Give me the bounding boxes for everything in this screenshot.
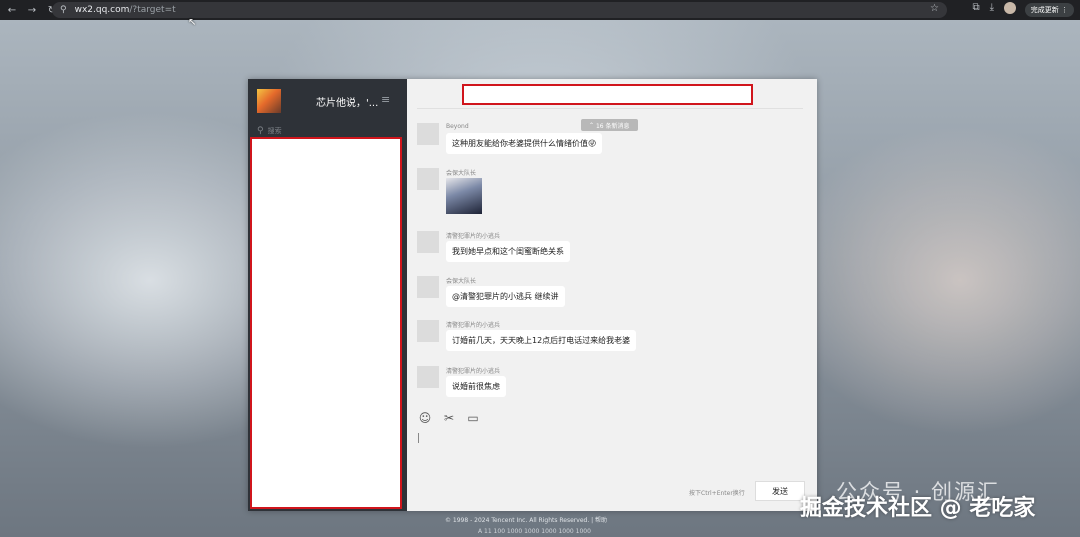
forward-icon[interactable]: →	[24, 5, 40, 16]
profile-avatar[interactable]	[1004, 2, 1016, 14]
my-name: 芯片他说，'...	[316, 98, 379, 109]
avatar[interactable]	[417, 231, 439, 253]
input-toolbar: ☺ ✂ ▭	[417, 411, 481, 425]
browser-right-icons: ⧉ ⤓	[972, 2, 1016, 14]
download-icon[interactable]: ⤓	[990, 2, 994, 14]
avatar[interactable]	[417, 123, 439, 145]
up-arrow-icon: ⌃	[589, 121, 595, 129]
search-box[interactable]: ⚲ 搜索	[257, 124, 402, 138]
send-hint: 按下Ctrl+Enter换行	[689, 490, 745, 497]
footer-secondary: A 11 100 1000 1000 1000 1000 1000	[478, 528, 591, 535]
update-label: 完成更新	[1030, 6, 1059, 14]
folder-icon[interactable]: ▭	[465, 411, 481, 425]
site-info-icon[interactable]: ⚲	[60, 5, 67, 15]
my-avatar[interactable]	[257, 89, 281, 113]
sender-name: Beyond	[446, 123, 469, 130]
search-icon: ⚲	[257, 126, 264, 136]
sender-name: 会保大队长	[446, 278, 477, 285]
sender-name: 清警犯罪片的小逃兵	[446, 233, 501, 240]
smile-icon[interactable]: ☺	[417, 411, 433, 425]
sender-name: 清警犯罪片的小逃兵	[446, 368, 501, 375]
footer-copyright: © 1998 - 2024 Tencent Inc. All Rights Re…	[445, 517, 608, 524]
chat-panel: ⌃ 16 条新消息 Beyond 这种朋友能给你老婆提供什么情绪价值😜 会保大队…	[407, 79, 817, 511]
message-bubble: 说婚前很焦虑	[446, 376, 506, 397]
sidebar: 芯片他说，'... ≡ ⚲ 搜索	[248, 79, 407, 511]
avatar[interactable]	[417, 168, 439, 190]
contact-list-redacted	[250, 137, 402, 509]
back-icon[interactable]: ←	[4, 5, 20, 16]
send-button[interactable]: 发送	[755, 481, 805, 501]
message-bubble: @清警犯罪片的小逃兵 继续讲	[446, 286, 565, 307]
message-bubble: 我到她早点和这个闺蜜断绝关系	[446, 241, 570, 262]
browser-toolbar: ← → ↻ ⚲ wx2.qq.com/?target=t ☆ ⧉ ⤓ 完成更新 …	[0, 0, 1080, 20]
scissors-icon[interactable]: ✂	[441, 411, 457, 425]
new-messages-text: 16 条新消息	[595, 122, 630, 130]
message-bubble: 这种朋友能给你老婆提供什么情绪价值😜	[446, 133, 603, 154]
wechat-window: 芯片他说，'... ≡ ⚲ 搜索 ⌃ 16 条新消息 Beyond 这种朋友能给…	[248, 79, 817, 511]
chat-title-redacted	[462, 84, 753, 105]
avatar[interactable]	[417, 366, 439, 388]
bookmark-star-icon[interactable]: ☆	[930, 3, 939, 14]
message-image[interactable]	[446, 178, 482, 214]
menu-icon[interactable]: ≡	[381, 93, 390, 106]
title-divider	[417, 108, 803, 109]
sender-name: 清警犯罪片的小逃兵	[446, 322, 501, 329]
sender-name: 会保大队长	[446, 170, 477, 177]
avatar[interactable]	[417, 320, 439, 342]
watermark-juejin: 掘金技术社区 @ 老吃家	[800, 496, 1036, 521]
avatar[interactable]	[417, 276, 439, 298]
extensions-icon[interactable]: ⧉	[972, 2, 979, 14]
new-messages-badge[interactable]: ⌃ 16 条新消息	[581, 119, 638, 131]
text-input-caret[interactable]	[418, 433, 419, 443]
search-placeholder: 搜索	[267, 127, 282, 135]
update-button[interactable]: 完成更新 ⋮	[1024, 3, 1074, 17]
url-host: wx2.qq.com	[74, 5, 130, 15]
url-path: /?target=t	[129, 5, 176, 15]
mouse-pointer-icon: ↖	[188, 17, 197, 28]
url-text: wx2.qq.com/?target=t	[75, 5, 176, 15]
message-bubble: 订婚前几天，天天晚上12点后打电话过来给我老婆	[446, 330, 637, 351]
address-bar[interactable]: ⚲ wx2.qq.com/?target=t ☆	[52, 2, 947, 18]
